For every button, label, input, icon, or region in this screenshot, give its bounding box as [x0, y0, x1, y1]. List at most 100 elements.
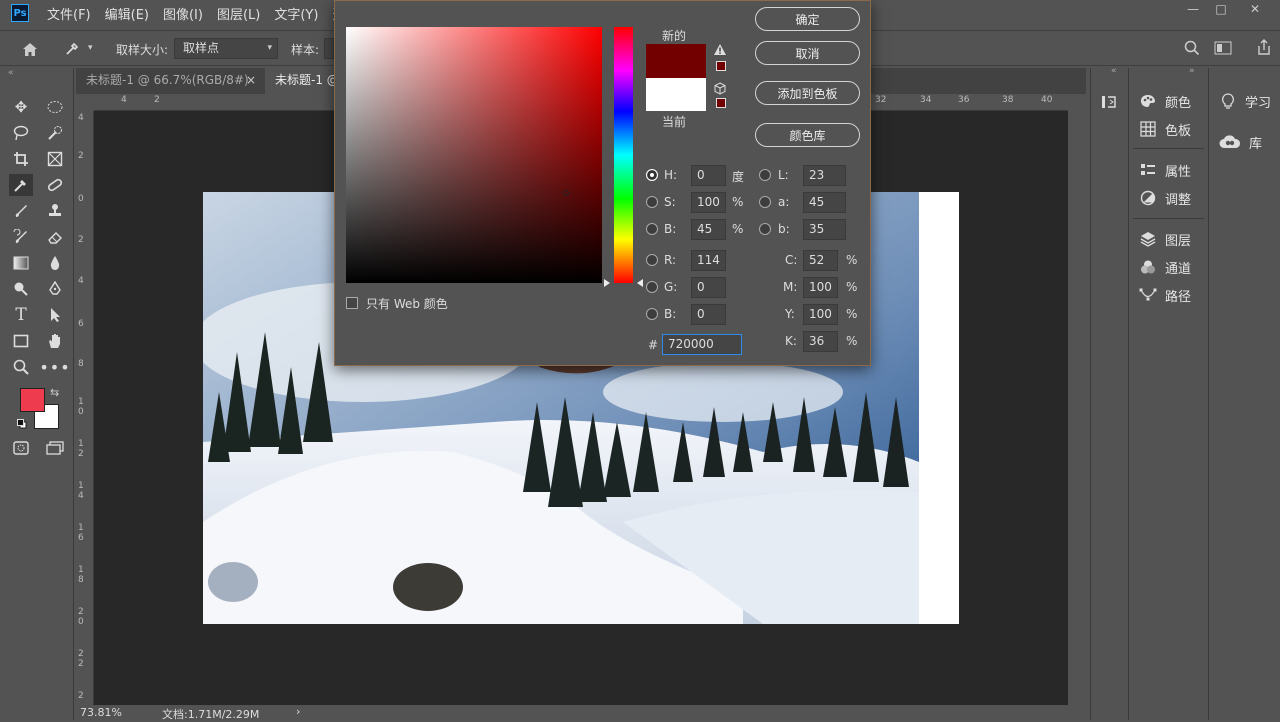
ok-button[interactable]: 确定: [755, 7, 860, 31]
expand-panel-icon[interactable]: «: [1111, 66, 1117, 76]
history-brush-tool-icon[interactable]: [9, 226, 33, 248]
screen-mode-icon[interactable]: [43, 437, 67, 459]
sample-select[interactable]: [324, 38, 334, 59]
lasso-tool-icon[interactable]: [9, 122, 33, 144]
radio-r[interactable]: [646, 254, 658, 266]
panel-tab-learn[interactable]: 学习: [1219, 89, 1271, 113]
tab-close-icon[interactable]: ×: [246, 68, 256, 92]
lab-b-input[interactable]: 35: [803, 219, 846, 240]
search-icon[interactable]: [1184, 40, 1200, 59]
quick-select-tool-icon[interactable]: [43, 122, 67, 144]
web-safe-color-swatch[interactable]: [716, 98, 726, 108]
add-to-swatches-button[interactable]: 添加到色板: [755, 81, 860, 105]
radio-h[interactable]: [646, 169, 658, 181]
y-input[interactable]: 100: [803, 304, 838, 325]
default-colors-icon[interactable]: [17, 418, 27, 429]
saturation-brightness-field[interactable]: [346, 27, 602, 283]
marquee-tool-icon[interactable]: [43, 96, 67, 118]
r-input[interactable]: 114: [691, 250, 726, 271]
quick-mask-icon[interactable]: [9, 437, 33, 459]
color-field-cursor[interactable]: [563, 190, 569, 196]
blue-input[interactable]: 0: [691, 304, 726, 325]
collapse-toolbar-icon[interactable]: «: [8, 68, 14, 78]
radio-b[interactable]: [646, 223, 658, 235]
panel-tab-channels[interactable]: 通道: [1139, 255, 1191, 279]
menu-file[interactable]: 文件(F): [47, 4, 91, 23]
chevron-down-icon[interactable]: ▾: [88, 43, 93, 53]
current-color-swatch[interactable]: [646, 78, 706, 111]
gradient-tool-icon[interactable]: [9, 252, 33, 274]
menu-edit[interactable]: 编辑(E): [105, 4, 149, 23]
healing-brush-tool-icon[interactable]: [43, 174, 67, 196]
radio-a[interactable]: [759, 196, 771, 208]
panel-tab-properties[interactable]: 属性: [1139, 158, 1191, 182]
eraser-tool-icon[interactable]: [43, 226, 67, 248]
menu-image[interactable]: 图像(I): [163, 4, 203, 23]
menu-type[interactable]: 文字(Y): [274, 4, 318, 23]
brush-tool-icon[interactable]: [9, 200, 33, 222]
zoom-level[interactable]: 73.81%: [80, 706, 122, 719]
hue-slider-handle-right[interactable]: [637, 279, 643, 287]
hex-input[interactable]: 720000: [662, 334, 742, 355]
b-input[interactable]: 45: [691, 219, 726, 240]
blur-tool-icon[interactable]: [43, 252, 67, 274]
cancel-button[interactable]: 取消: [755, 41, 860, 65]
radio-s[interactable]: [646, 196, 658, 208]
s-input[interactable]: 100: [691, 192, 726, 213]
panel-menu-icon[interactable]: »: [1189, 66, 1195, 76]
eyedropper-tool-icon[interactable]: [9, 174, 33, 196]
tab-document-1[interactable]: 未标题-1 @ 66.7%(RGB/8#) ×: [76, 68, 264, 94]
web-only-checkbox[interactable]: [346, 297, 358, 309]
web-only-label: 只有 Web 颜色: [366, 297, 448, 311]
l-input[interactable]: 23: [803, 165, 846, 186]
ruler-tick: 2 2: [78, 649, 84, 669]
foreground-color-swatch[interactable]: [20, 388, 45, 412]
crop-tool-icon[interactable]: [9, 148, 33, 170]
more-tools-icon[interactable]: •••: [39, 356, 69, 378]
out-of-gamut-warning-icon[interactable]: [713, 43, 727, 59]
restore-button[interactable]: □: [1206, 0, 1236, 18]
web-safe-cube-icon[interactable]: [714, 82, 726, 98]
panel-tab-swatches[interactable]: 色板: [1139, 117, 1191, 141]
hue-slider[interactable]: [614, 27, 633, 283]
path-select-tool-icon[interactable]: [43, 304, 67, 326]
radio-lab-b[interactable]: [759, 223, 771, 235]
gamut-color-swatch[interactable]: [716, 61, 726, 71]
eyedropper-icon[interactable]: [62, 39, 82, 59]
panel-tab-paths[interactable]: 路径: [1139, 283, 1191, 307]
workspace-icon[interactable]: [1214, 41, 1232, 58]
pen-tool-icon[interactable]: [43, 278, 67, 300]
swap-colors-icon[interactable]: ⇆: [50, 386, 59, 399]
panel-tab-adjustments[interactable]: 调整: [1139, 186, 1191, 210]
panel-tab-libraries[interactable]: 库: [1219, 130, 1262, 154]
sample-size-select[interactable]: 取样点 ▾: [174, 38, 278, 59]
g-input[interactable]: 0: [691, 277, 726, 298]
status-menu-arrow-icon[interactable]: ›: [296, 705, 300, 718]
radio-l[interactable]: [759, 169, 771, 181]
a-input[interactable]: 45: [803, 192, 846, 213]
close-window-button[interactable]: ✕: [1240, 0, 1270, 18]
radio-blue[interactable]: [646, 308, 658, 320]
history-panel-icon[interactable]: [1101, 94, 1117, 113]
rectangle-tool-icon[interactable]: [9, 330, 33, 352]
share-icon[interactable]: [1256, 39, 1272, 58]
panel-tab-layers[interactable]: 图层: [1139, 227, 1191, 251]
move-tool-icon[interactable]: ✥: [9, 96, 33, 118]
clone-stamp-tool-icon[interactable]: [43, 200, 67, 222]
h-input[interactable]: 0: [691, 165, 726, 186]
radio-g[interactable]: [646, 281, 658, 293]
frame-tool-icon[interactable]: [43, 148, 67, 170]
zoom-tool-icon[interactable]: [9, 356, 33, 378]
color-libraries-button[interactable]: 颜色库: [755, 123, 860, 147]
home-icon[interactable]: [18, 38, 42, 60]
menu-layer[interactable]: 图层(L): [217, 4, 260, 23]
c-input[interactable]: 52: [803, 250, 838, 271]
hue-slider-handle-left[interactable]: [604, 279, 610, 287]
dodge-tool-icon[interactable]: [9, 278, 33, 300]
k-input[interactable]: 36: [803, 331, 838, 352]
minimize-button[interactable]: —: [1178, 0, 1208, 18]
m-input[interactable]: 100: [803, 277, 838, 298]
hand-tool-icon[interactable]: [43, 330, 67, 352]
panel-tab-color[interactable]: 颜色: [1139, 89, 1191, 113]
type-tool-icon[interactable]: T: [9, 304, 33, 326]
